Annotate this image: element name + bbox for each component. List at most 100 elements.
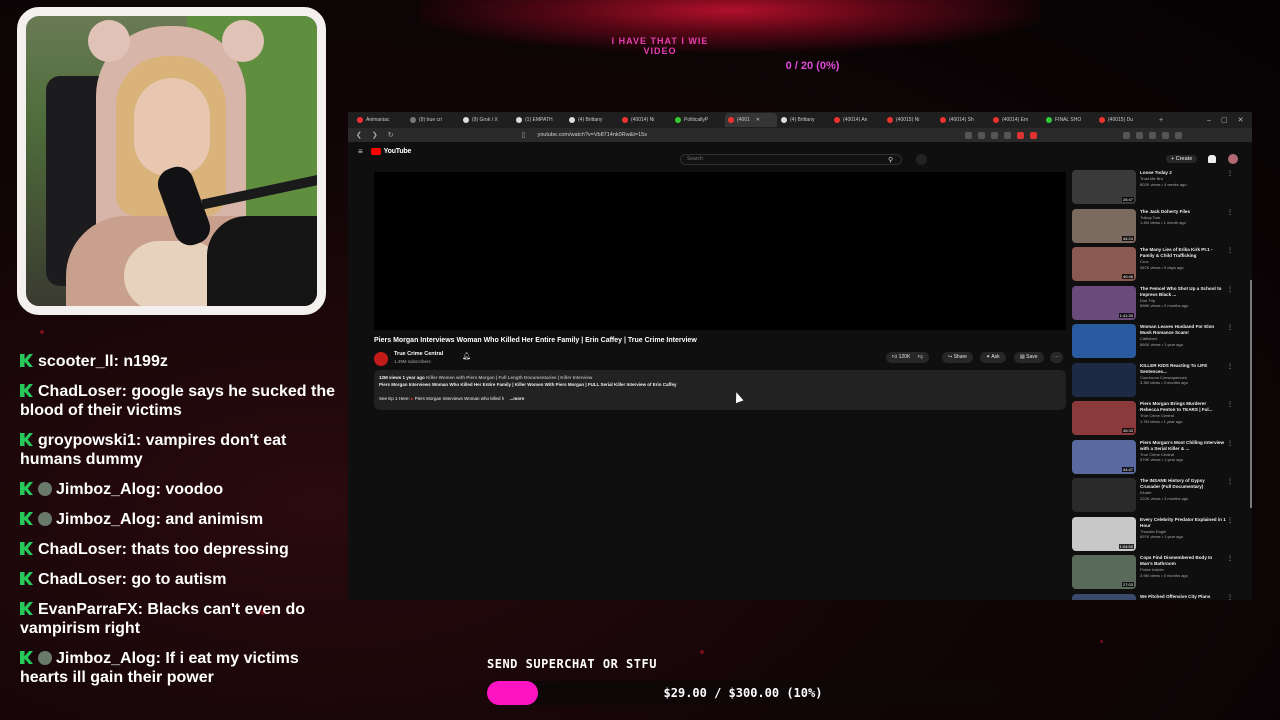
voice-search-icon[interactable] <box>916 154 927 165</box>
recommendation-title[interactable]: We Pitched Offensive City Plans <box>1140 594 1226 600</box>
bookmark-icon[interactable]: ▯ <box>522 131 526 139</box>
chat-username[interactable]: ChadLoser <box>38 383 122 400</box>
recommendation-title[interactable]: Woman Leaves Husband For Elon Musk Roman… <box>1140 324 1226 336</box>
like-button[interactable]: 👍︎ 120K 👎︎ <box>886 352 929 363</box>
recommendation-title[interactable]: Piers Morgan Brings Murderer Rebecca Fen… <box>1140 401 1226 413</box>
recommendation-item[interactable]: 1:41:30 The Femcel Who Shot Up a School t… <box>1072 285 1242 325</box>
recommendation-title[interactable]: The INSANE History of Gypsy Crusader (Fu… <box>1140 478 1226 490</box>
video-thumbnail[interactable]: 40:46 <box>1072 247 1136 281</box>
kebab-menu-icon[interactable]: ⋮ <box>1226 401 1234 440</box>
notifications-icon[interactable] <box>1208 155 1216 163</box>
recommendation-title[interactable]: The Many Lies of Erika Kirk Pt.1 - Famil… <box>1140 247 1226 259</box>
chat-username[interactable]: ChadLoser <box>38 541 122 558</box>
video-thumbnail[interactable]: 44:47 <box>1072 439 1136 474</box>
video-thumbnail[interactable]: 1:41:30 <box>1072 285 1136 320</box>
recommendation-item[interactable]: KILLER KIDS Reacting To LIFE Sentences..… <box>1072 362 1242 402</box>
browser-tab[interactable]: (40015) Ni <box>884 113 936 127</box>
subscription-bell-icon[interactable]: 🔔︎ <box>462 352 471 360</box>
browser-tab[interactable]: (40014) Ni <box>619 113 671 127</box>
share-button[interactable]: ↪ Share <box>942 352 973 363</box>
browser-tab[interactable]: (4001 ✕ <box>725 113 777 127</box>
browser-tab[interactable]: (40014) Em <box>990 113 1042 127</box>
url-field[interactable]: youtube.com/watch?v=Vb8714nk0Rw&t=15s <box>537 132 937 138</box>
kebab-menu-icon[interactable]: ⋮ <box>1226 440 1234 479</box>
more-actions-icon[interactable]: ⋯ <box>1050 352 1063 363</box>
extensions-icon[interactable] <box>1123 131 1131 139</box>
video-thumbnail[interactable] <box>1072 478 1136 512</box>
video-thumbnail[interactable]: 45:33 <box>1072 401 1136 435</box>
recommendation-item[interactable]: The INSANE History of Gypsy Crusader (Fu… <box>1072 478 1242 517</box>
channel-name[interactable]: True Crime Central <box>394 351 443 357</box>
forward-icon[interactable]: ❯ <box>372 131 378 139</box>
recommendation-item[interactable]: 26:47 Loose Today 2 Trust Me Bro 802K views… <box>1072 170 1242 209</box>
browser-tab[interactable]: (40014) Sh <box>937 113 989 127</box>
description-link[interactable]: Piers Morgan Interviews Woman who killed… <box>415 396 505 401</box>
recommendation-item[interactable]: 40:46 The Many Lies of Erika Kirk Pt.1 - … <box>1072 247 1242 286</box>
thumbs-down-icon[interactable]: 👎︎ <box>918 354 923 360</box>
chat-username[interactable]: EvanParraFX <box>38 601 138 618</box>
chat-username[interactable]: ChadLoser <box>38 571 122 588</box>
browser-tab[interactable]: FINAL SHO <box>1043 113 1095 127</box>
recommendation-item[interactable]: 27:03 Cops Find Dismembered Body In Man's… <box>1072 555 1242 594</box>
adblock-icon[interactable] <box>1030 131 1038 139</box>
hamburger-icon[interactable]: ≡ <box>358 147 363 156</box>
kebab-menu-icon[interactable]: ⋮ <box>1226 170 1234 209</box>
kebab-menu-icon[interactable]: ⋮ <box>1226 286 1234 325</box>
video-thumbnail[interactable]: 1:04:55 <box>1072 516 1136 551</box>
recommendation-item[interactable]: 45:33 Piers Morgan Brings Murderer Rebecc… <box>1072 401 1242 440</box>
recommendation-item[interactable]: 44:47 Piers Morgan's Most Chilling Interv… <box>1072 439 1242 479</box>
sidebar-icon[interactable] <box>1149 131 1157 139</box>
close-window-icon[interactable]: ✕ <box>1238 116 1244 124</box>
video-player[interactable] <box>374 172 1066 330</box>
browser-tab[interactable]: PoliticallyP <box>672 113 724 127</box>
cast-icon[interactable] <box>965 131 973 139</box>
extension-icon[interactable] <box>1017 131 1025 139</box>
browser-tab[interactable]: (40014) An <box>831 113 883 127</box>
kebab-menu-icon[interactable]: ⋮ <box>1226 517 1234 556</box>
browser-tab[interactable]: Animaniac <box>354 113 406 127</box>
recommendation-title[interactable]: Every Celebrity Predator Explained in 1 … <box>1140 517 1226 529</box>
recommendation-title[interactable]: The Femcel Who Shot Up a School to Impre… <box>1140 286 1226 298</box>
recommendation-title[interactable]: KILLER KIDS Reacting To LIFE Sentences..… <box>1140 363 1226 375</box>
video-thumbnail[interactable]: 27:03 <box>1072 555 1136 589</box>
share-page-icon[interactable] <box>991 131 999 139</box>
video-thumbnail[interactable]: 26:47 <box>1072 170 1136 204</box>
new-tab-icon[interactable]: + <box>1159 117 1163 124</box>
minimize-icon[interactable]: – <box>1207 117 1211 124</box>
video-thumbnail[interactable] <box>1072 324 1136 358</box>
browser-tab[interactable]: (9) true cri <box>407 113 459 127</box>
create-button[interactable]: + Create <box>1166 155 1198 163</box>
recommendation-item[interactable]: We Pitched Offensive City Plans ⋮ <box>1072 593 1242 601</box>
video-thumbnail[interactable] <box>1072 593 1136 600</box>
download-icon[interactable] <box>1004 131 1012 139</box>
browser-tab[interactable]: (1) EMPATH <box>513 113 565 127</box>
chat-username[interactable]: groypowski1 <box>38 432 136 449</box>
video-thumbnail[interactable]: 44:24 <box>1072 208 1136 243</box>
kebab-menu-icon[interactable]: ⋮ <box>1226 247 1234 286</box>
show-more-link[interactable]: ...more <box>510 396 525 401</box>
video-description[interactable]: 12M views 1 year ago Killer Women with P… <box>374 370 1066 410</box>
close-tab-icon[interactable]: ✕ <box>756 117 760 123</box>
kebab-menu-icon[interactable]: ⋮ <box>1226 363 1234 402</box>
kebab-menu-icon[interactable]: ⋮ <box>1226 594 1234 601</box>
kebab-menu-icon[interactable]: ⋮ <box>1226 324 1234 363</box>
kebab-menu-icon[interactable]: ⋮ <box>1226 478 1234 517</box>
maximize-icon[interactable]: ▢ <box>1221 116 1228 124</box>
menu-icon[interactable] <box>1175 131 1183 139</box>
wallet-icon[interactable] <box>1162 131 1170 139</box>
search-input[interactable]: Search <box>680 154 902 165</box>
recommendation-item[interactable]: 1:04:55 Every Celebrity Predator Explaine… <box>1072 516 1242 556</box>
account-avatar[interactable] <box>1228 154 1238 164</box>
browser-tab[interactable]: (4) Brittany <box>566 113 618 127</box>
video-thumbnail[interactable] <box>1072 362 1136 397</box>
save-button[interactable]: ▤ Save <box>1014 352 1044 363</box>
recommendation-item[interactable]: 44:24 The Jack Doherty Files Tulkay Tom 1.4… <box>1072 208 1242 248</box>
scrollbar[interactable] <box>1250 280 1252 508</box>
recommendation-title[interactable]: Cops Find Dismembered Body In Man's Bath… <box>1140 555 1226 567</box>
search-icon[interactable]: ⚲ <box>888 156 893 164</box>
channel-avatar[interactable] <box>374 352 388 366</box>
zoom-icon[interactable] <box>978 131 986 139</box>
browser-tab[interactable]: (40015) Du <box>1096 113 1148 127</box>
recommendation-item[interactable]: Woman Leaves Husband For Elon Musk Roman… <box>1072 324 1242 363</box>
recommendation-title[interactable]: Piers Morgan's Most Chilling Interview w… <box>1140 440 1226 452</box>
